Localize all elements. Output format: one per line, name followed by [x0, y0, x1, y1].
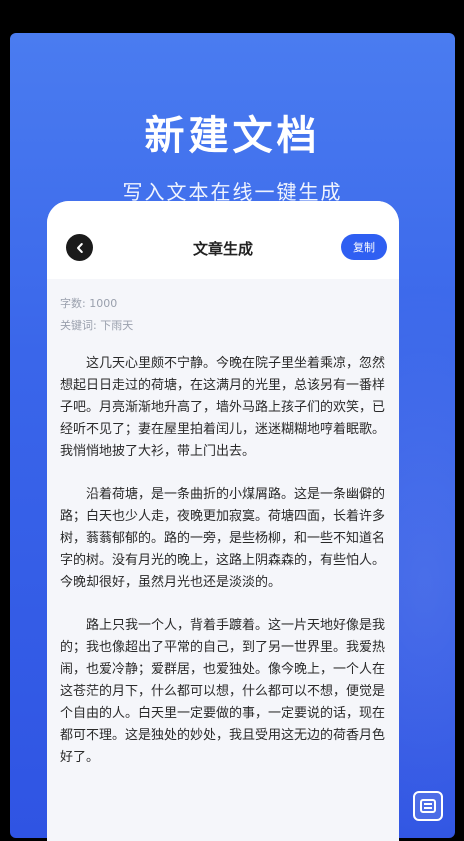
copy-button[interactable]: 复制	[341, 234, 387, 260]
article-content: 这几天心里颇不宁静。今晚在院子里坐着乘凉，忽然想起日日走过的荷塘，在这满月的光里…	[60, 353, 393, 790]
promo-headline: 新建文档	[144, 113, 321, 159]
note-icon[interactable]	[413, 791, 443, 821]
paragraph: 这几天心里颇不宁静。今晚在院子里坐着乘凉，忽然想起日日走过的荷塘，在这满月的光里…	[60, 356, 386, 459]
word-count: 字数: 1000	[60, 297, 118, 310]
paragraph: 路上只我一个人，背着手踱着。这一片天地好像是我的；我也像超出了平常的自己，到了另…	[60, 618, 386, 765]
note-icon-glyph	[420, 799, 436, 813]
article-meta: 字数: 1000 关键词: 下雨天	[60, 293, 390, 337]
keywords: 关键词: 下雨天	[60, 319, 134, 332]
paragraph: 沿着荷塘，是一条曲折的小煤屑路。这是一条幽僻的路；白天也少人走，夜晚更加寂寞。荷…	[60, 487, 386, 590]
card-header: 文章生成 复制	[47, 201, 399, 279]
article-card: 文章生成 复制 字数: 1000 关键词: 下雨天 这几天心里颇不宁静。今晚在院…	[47, 201, 399, 841]
screen: 新建文档 写入文本在线一键生成 文章生成 复制 字数: 1000 关键词: 下雨…	[0, 0, 464, 841]
